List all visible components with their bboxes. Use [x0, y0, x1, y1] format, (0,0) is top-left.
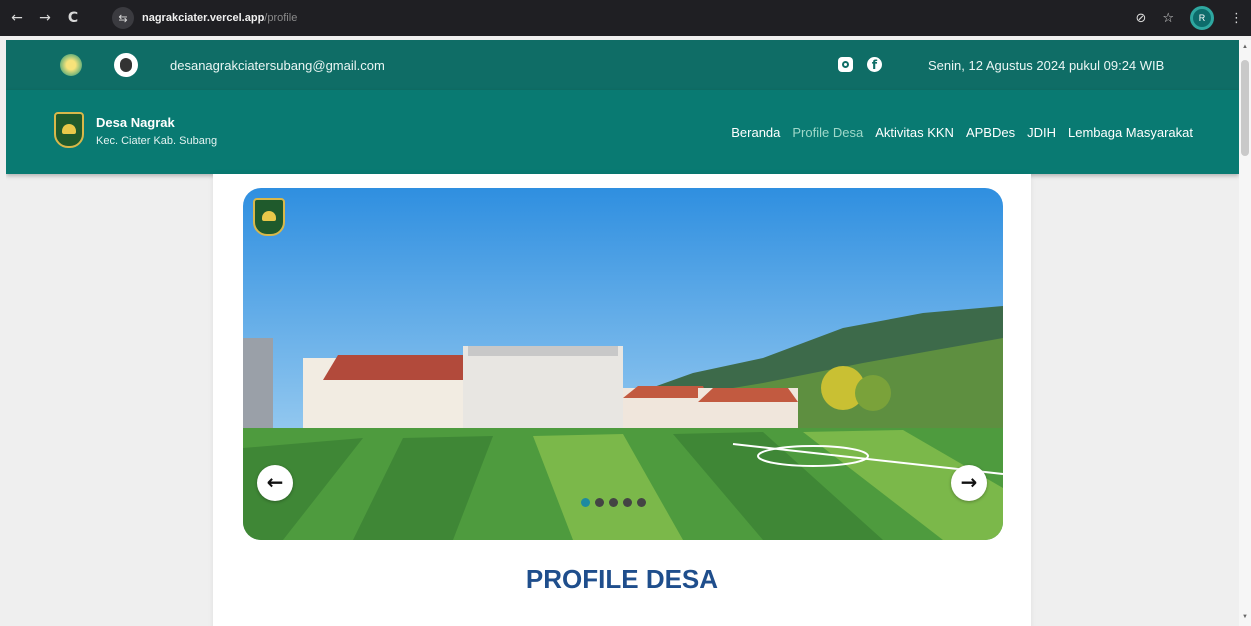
- hero-image: [243, 188, 1003, 540]
- nav-item-lembaga-masyarakat[interactable]: Lembaga Masyarakat: [1068, 125, 1193, 140]
- nav-item-aktivitas-kkn[interactable]: Aktivitas KKN: [875, 125, 954, 140]
- eye-off-icon[interactable]: ⊘: [1135, 11, 1146, 26]
- forward-icon[interactable]: →: [34, 10, 56, 26]
- content-card: ← → PROFILE DESA: [213, 174, 1031, 626]
- url-text[interactable]: nagrakciater.vercel.app/profile: [142, 12, 297, 24]
- main-navbar: Desa Nagrak Kec. Ciater Kab. Subang Bera…: [6, 90, 1239, 174]
- carousel-prev-button[interactable]: ←: [257, 465, 293, 501]
- nav-item-profile-desa[interactable]: Profile Desa: [792, 125, 863, 140]
- site-settings-icon[interactable]: ⇆: [112, 7, 134, 29]
- emblem-icon: [60, 54, 82, 76]
- brand-subtitle: Kec. Ciater Kab. Subang: [96, 135, 218, 147]
- page-title: PROFILE DESA: [525, 564, 719, 594]
- village-crest-badge-icon: [253, 198, 285, 236]
- village-crest-icon[interactable]: [54, 112, 84, 148]
- address-bar[interactable]: ⇆ nagrakciater.vercel.app/profile: [112, 6, 1112, 30]
- star-icon[interactable]: ☆: [1162, 11, 1174, 26]
- nav-item-jdih[interactable]: JDIH: [1027, 125, 1056, 140]
- hero-carousel[interactable]: ← →: [243, 188, 1003, 540]
- contact-bar: desanagrakciatersubang@gmail.com f Senin…: [6, 40, 1239, 90]
- carousel-indicators: [581, 498, 646, 507]
- back-icon[interactable]: ←: [6, 10, 28, 26]
- scroll-down-icon[interactable]: ▼: [1241, 614, 1249, 620]
- carousel-dot[interactable]: [637, 498, 646, 507]
- browser-actions: ⊘ ☆ R ⋮: [1135, 6, 1243, 30]
- avatar-icon: [114, 53, 138, 77]
- page-scrollbar[interactable]: ▲ ▼: [1239, 40, 1251, 626]
- carousel-dot[interactable]: [609, 498, 618, 507]
- carousel-dot[interactable]: [623, 498, 632, 507]
- scroll-thumb[interactable]: [1241, 60, 1249, 156]
- scroll-up-icon[interactable]: ▲: [1241, 44, 1249, 50]
- nav-item-apbdes[interactable]: APBDes: [966, 125, 1015, 140]
- current-date: Senin, 12 Agustus 2024 pukul 09:24 WIB: [928, 58, 1165, 73]
- social-links: f: [838, 57, 882, 72]
- page: desanagrakciatersubang@gmail.com f Senin…: [6, 40, 1239, 626]
- carousel-next-button[interactable]: →: [951, 465, 987, 501]
- instagram-icon[interactable]: [838, 57, 853, 72]
- brand-title[interactable]: Desa Nagrak: [96, 115, 175, 130]
- facebook-icon[interactable]: f: [867, 57, 882, 72]
- contact-email[interactable]: desanagrakciatersubang@gmail.com: [170, 58, 385, 73]
- carousel-dot[interactable]: [581, 498, 590, 507]
- reload-icon[interactable]: C: [62, 10, 84, 26]
- menu-dots-icon[interactable]: ⋮: [1230, 11, 1243, 26]
- browser-toolbar: ← → C ⇆ nagrakciater.vercel.app/profile …: [0, 0, 1251, 36]
- profile-avatar[interactable]: R: [1190, 6, 1214, 30]
- nav-menu: Beranda Profile Desa Aktivitas KKN APBDe…: [731, 125, 1193, 140]
- carousel-dot[interactable]: [595, 498, 604, 507]
- nav-item-beranda[interactable]: Beranda: [731, 125, 780, 140]
